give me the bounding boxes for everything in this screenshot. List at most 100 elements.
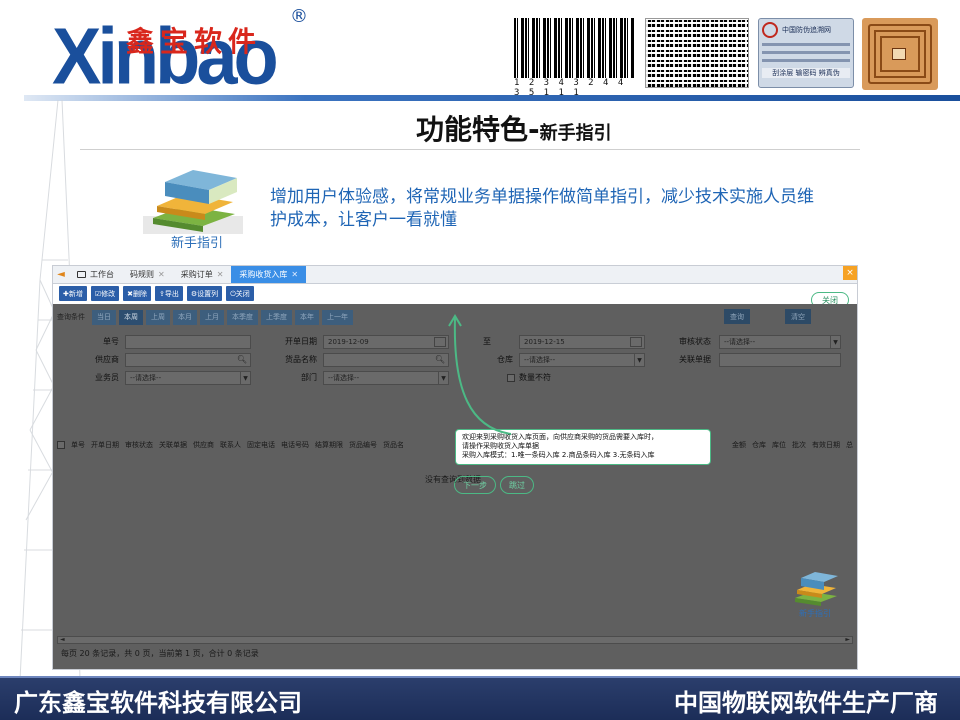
column-header: 单号 — [71, 441, 85, 449]
select-all-checkbox[interactable] — [57, 441, 65, 449]
column-header: 供应商 — [193, 441, 214, 449]
column-header: 金额 — [732, 441, 746, 449]
delete-button[interactable]: ✖删除 — [123, 286, 152, 301]
rfid-chip — [892, 48, 906, 60]
title-main: 功能特色 — [416, 113, 529, 146]
dept-value: --请选择-- — [328, 374, 360, 382]
tooltip-line-3: 采购入库模式：1.唯一条码入库 2.商品条码入库 3.无条码入库 — [462, 451, 655, 459]
column-header: 库位 — [772, 441, 786, 449]
column-header: 固定电话 — [247, 441, 275, 449]
range-this-week[interactable]: 本周 — [119, 309, 143, 325]
toolbar: ✚新增 ☑修改 ✖删除 ⇪导出 ⚙设置列 ⏻关闭 — [53, 284, 857, 304]
scroll-right-icon[interactable]: ► — [845, 636, 850, 643]
audit-status-select[interactable]: --请选择-- ▼ — [719, 335, 841, 349]
edit-button[interactable]: ☑修改 — [90, 286, 120, 301]
search-button[interactable]: 查询 — [724, 309, 750, 324]
clear-button[interactable]: 清空 — [785, 309, 811, 324]
tab-workbench[interactable]: 工作台 — [69, 266, 122, 283]
supplier-input[interactable]: 🔍︎ — [125, 353, 251, 367]
antifake-footer: 刮涂层 输密码 辨真伪 — [762, 68, 850, 78]
guide-arrow-icon — [448, 314, 512, 435]
books-icon — [143, 170, 243, 234]
salesman-value: --请选择-- — [130, 374, 162, 382]
rfid-tag-image — [862, 18, 938, 90]
range-today[interactable]: 当日 — [92, 309, 116, 325]
close-window-icon[interactable]: × — [843, 266, 857, 280]
tab-close-icon[interactable]: ✕ — [217, 270, 224, 279]
page-title: 功能特色-新手指引 — [416, 113, 612, 146]
tab-close-icon[interactable]: ✕ — [158, 270, 165, 279]
tab-bar: ◄ 工作台 码规则 ✕ 采购订单 ✕ 采购收货入库 ✕ × — [53, 266, 857, 284]
intro-text: 增加用户体验感，将常规业务单据操作做简单指引，减少技术实施人员维护成本，让客户一… — [270, 187, 814, 230]
column-header: 电话号码 — [281, 441, 309, 449]
tab-label: 码规则 — [130, 270, 154, 279]
salesman-select[interactable]: --请选择-- ▼ — [125, 371, 251, 385]
tab-label: 工作台 — [90, 270, 114, 279]
app-screenshot: ◄ 工作台 码规则 ✕ 采购订单 ✕ 采购收货入库 ✕ × ✚新增 ☑修改 ✖删… — [52, 265, 858, 670]
column-settings-button[interactable]: ⚙设置列 — [186, 286, 223, 301]
scroll-left-icon[interactable]: ◄ — [60, 636, 65, 643]
range-last-month[interactable]: 上月 — [200, 309, 224, 325]
title-divider — [80, 149, 860, 150]
date-to-input[interactable]: 2019-12-15 — [519, 335, 645, 349]
range-last-quarter[interactable]: 上季度 — [261, 309, 292, 325]
tab-code-rules[interactable]: 码规则 ✕ — [122, 266, 173, 283]
title-sub: 新手指引 — [539, 123, 612, 144]
skip-button[interactable]: 跳过 — [500, 476, 534, 494]
chevron-down-icon: ▼ — [240, 372, 250, 384]
tab-purchase-order[interactable]: 采购订单 ✕ — [173, 266, 232, 283]
dept-label: 部门 — [301, 373, 317, 382]
next-step-button[interactable]: 下一步 — [454, 476, 496, 494]
add-button[interactable]: ✚新增 — [59, 286, 87, 301]
chevron-down-icon: ▼ — [634, 354, 644, 366]
range-this-year[interactable]: 本年 — [295, 309, 319, 325]
column-header: 开单日期 — [91, 441, 119, 449]
column-header: 货品编号 — [349, 441, 377, 449]
range-this-month[interactable]: 本月 — [173, 309, 197, 325]
supplier-label: 供应商 — [95, 355, 119, 364]
column-header: 关联单据 — [159, 441, 187, 449]
dimmed-workarea: 查询条件 当日 本周 上周 本月 上月 本季度 上季度 本年 上一年 查询 清空… — [53, 304, 857, 669]
close-button[interactable]: ⏻关闭 — [226, 286, 254, 301]
pager-text: 每页 20 条记录，共 0 页，当前第 1 页，合计 0 条记录 — [61, 649, 259, 658]
dept-select[interactable]: --请选择-- ▼ — [323, 371, 449, 385]
linked-doc-label: 关联单据 — [679, 355, 711, 364]
guide-books-label[interactable]: 新手指引 — [799, 608, 831, 619]
date-from-value: 2019-12-09 — [328, 338, 369, 346]
column-header: 批次 — [792, 441, 806, 449]
antifake-label-image: 中国防伪追溯网 刮涂层 输密码 辨真伪 — [758, 18, 854, 88]
warehouse-select[interactable]: --请选择-- ▼ — [519, 353, 645, 367]
goods-name-input[interactable]: 🔍︎ — [323, 353, 449, 367]
footer-bar: 广东鑫宝软件科技有限公司 中国物联网软件生产厂商 — [0, 676, 960, 720]
antifake-lines — [762, 43, 850, 62]
order-no-input[interactable] — [125, 335, 251, 349]
guide-books-icon[interactable] — [791, 570, 841, 610]
order-no-label: 单号 — [103, 337, 119, 346]
linked-doc-input[interactable] — [719, 353, 841, 367]
export-button[interactable]: ⇪导出 — [155, 286, 183, 301]
back-arrow-icon[interactable]: ◄ — [53, 266, 69, 283]
search-icon[interactable]: 🔍︎ — [237, 355, 247, 364]
tab-purchase-receipt[interactable]: 采购收货入库 ✕ — [231, 266, 307, 283]
qty-mismatch-label: 数量不符 — [519, 373, 551, 382]
tooltip-line-2: 请操作采购收货入库单据 — [462, 442, 539, 450]
antifake-header: 中国防伪追溯网 — [782, 26, 831, 34]
date-to-value: 2019-12-15 — [524, 338, 565, 346]
calendar-icon[interactable] — [630, 337, 642, 347]
column-header: 货品名 — [383, 441, 404, 449]
tab-close-icon[interactable]: ✕ — [291, 270, 298, 279]
horizontal-scrollbar[interactable]: ◄ ► — [57, 636, 853, 644]
barcode-bars — [514, 18, 634, 78]
data-matrix-image — [645, 18, 749, 88]
range-last-week[interactable]: 上周 — [146, 309, 170, 325]
column-header: 有效日期 — [812, 441, 840, 449]
chevron-down-icon: ▼ — [830, 336, 840, 348]
company-slogan: 中国物联网软件生产厂商 — [674, 689, 938, 717]
query-label: 查询条件 — [57, 313, 85, 321]
range-this-quarter[interactable]: 本季度 — [227, 309, 258, 325]
column-header: 审核状态 — [125, 441, 153, 449]
range-last-year[interactable]: 上一年 — [322, 309, 353, 325]
column-header: 总 — [846, 441, 853, 449]
xinbao-logo: Xinbao 鑫宝软件 ® — [52, 6, 322, 101]
seal-icon — [762, 22, 778, 38]
